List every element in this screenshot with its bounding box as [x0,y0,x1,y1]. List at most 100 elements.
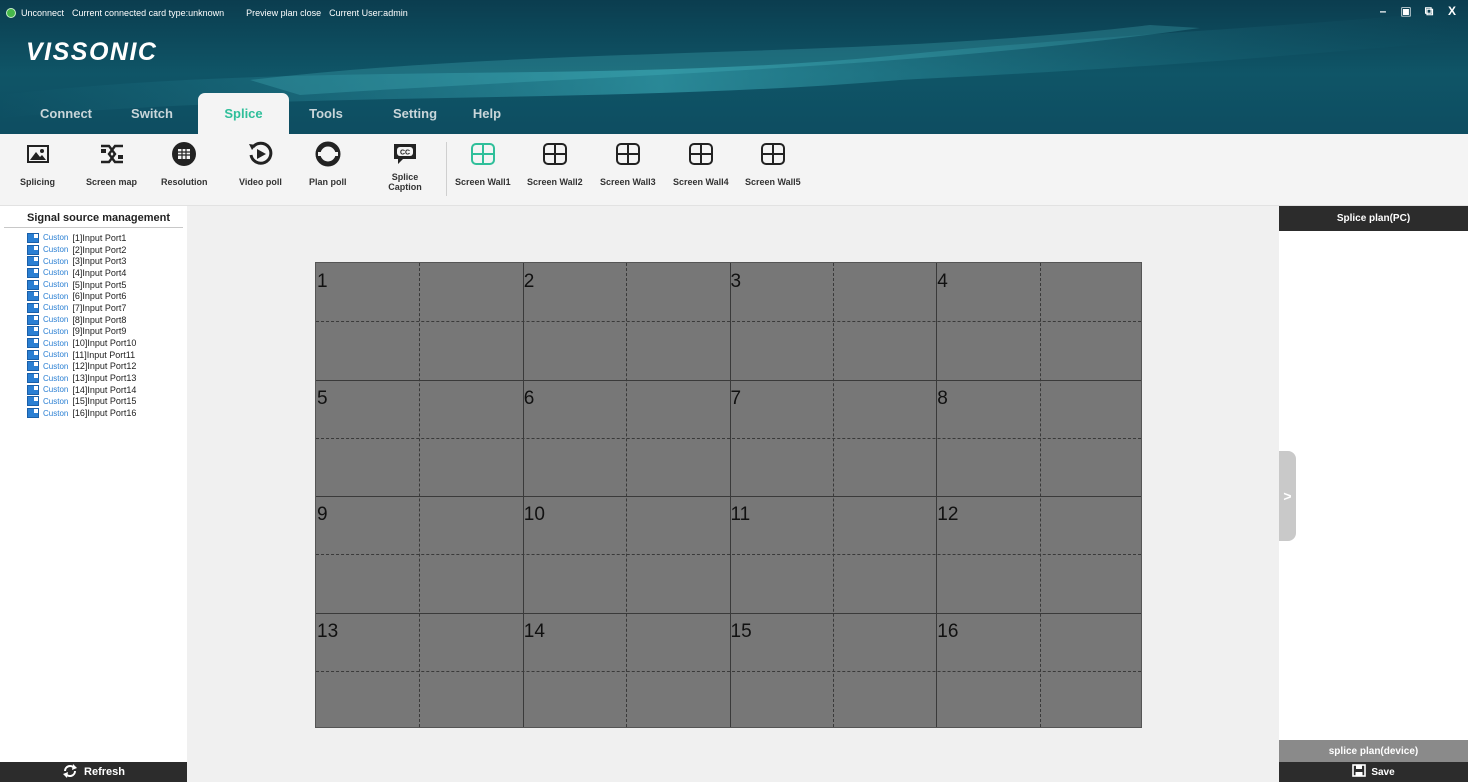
source-name: [7]Input Port7 [72,302,127,313]
window-controls: – ▣ ⧉ X [1377,4,1458,19]
screen-cell-label: 7 [730,387,742,409]
input-source-icon [27,256,39,267]
screen-wall-canvas[interactable]: 1 2 3 4 5 6 7 8 9 10 11 12 13 14 15 16 [315,262,1142,728]
main-tabs: Connect Switch Splice Tools Setting Help [0,93,517,134]
status-bar: Unconnect Current connected card type:un… [6,6,416,20]
source-name: [1]Input Port1 [72,232,127,243]
video-poll-button[interactable]: Video poll [239,138,282,187]
signal-source-item[interactable]: Custon [10]Input Port10 [0,337,187,349]
tab-splice[interactable]: Splice [198,93,289,134]
signal-source-item[interactable]: Custon [7]Input Port7 [0,302,187,314]
plan-poll-button[interactable]: Plan poll [309,138,347,187]
input-source-icon [27,384,39,395]
source-name: [2]Input Port2 [72,244,127,255]
source-name: [5]Input Port5 [72,279,127,290]
splice-plan-device-button[interactable]: splice plan(device) [1279,740,1468,762]
input-source-icon [27,373,39,384]
tab-setting[interactable]: Setting [374,93,456,134]
grid-icon [613,138,643,170]
minimize-icon[interactable]: – [1377,4,1389,18]
source-type: Custon [43,280,69,290]
source-name: [9]Input Port9 [72,326,127,337]
input-source-icon [27,267,39,278]
close-icon[interactable]: X [1446,4,1458,18]
screen-wall-1-button[interactable]: Screen Wall1 [455,138,511,187]
screen-wall-2-button[interactable]: Screen Wall2 [527,138,583,187]
splice-caption-label: Splice Caption [388,172,422,192]
grid-icon [540,138,570,170]
signal-source-item[interactable]: Custon [14]Input Port14 [0,384,187,396]
source-name: [4]Input Port4 [72,267,127,278]
app-header: Unconnect Current connected card type:un… [0,0,1468,134]
grid-icon [686,138,716,170]
source-type: Custon [43,315,69,325]
splicing-label: Splicing [20,177,56,187]
screen-cell-label: 9 [317,504,328,525]
grid-line [316,670,1141,672]
source-type: Custon [43,303,69,313]
grid-line [522,263,524,727]
tab-tools[interactable]: Tools [289,93,363,134]
signal-source-item[interactable]: Custon [5]Input Port5 [0,279,187,291]
source-type: Custon [43,245,69,255]
signal-source-item[interactable]: Custon [6]Input Port6 [0,290,187,302]
screen-cell-label: 3 [730,271,742,292]
splicing-button[interactable]: Splicing [20,138,55,187]
source-type: Custon [43,396,69,406]
signal-source-item[interactable]: Custon [9]Input Port9 [0,326,187,338]
source-name: [6]Input Port6 [72,291,127,302]
grid-line [1039,263,1041,727]
popout-icon[interactable]: ⧉ [1423,4,1435,18]
resolution-button[interactable]: Resolution [161,138,208,187]
source-name: [16]Input Port16 [72,408,137,419]
splice-plan-pc-header[interactable]: Splice plan(PC) [1279,206,1468,231]
signal-source-item[interactable]: Custon [11]Input Port11 [0,349,187,361]
screen-map-button[interactable]: Screen map [86,138,137,187]
grid-line [316,612,1141,614]
signal-source-item[interactable]: Custon [2]Input Port2 [0,244,187,256]
resolution-label: Resolution [161,177,208,187]
source-type: Custon [43,256,69,266]
input-source-icon [27,279,39,290]
source-name: [15]Input Port15 [72,396,137,407]
signal-source-item[interactable]: Custon [16]Input Port16 [0,407,187,419]
connection-status-icon [6,8,16,18]
screen-wall-2-label: Screen Wall2 [527,177,583,187]
app-logo: VISSONIC [26,38,158,66]
screen-wall-5-button[interactable]: Screen Wall5 [745,138,801,187]
grid-line [316,379,1141,381]
tab-switch[interactable]: Switch [128,93,176,134]
source-name: [3]Input Port3 [72,256,127,267]
card-type: Current connected card type:unknown [72,8,225,18]
svg-text:CC: CC [400,150,410,157]
plan-poll-label: Plan poll [309,177,347,187]
signal-source-item[interactable]: Custon [1]Input Port1 [0,232,187,244]
signal-source-item[interactable]: Custon [15]Input Port15 [0,396,187,408]
screen-cell-label: 11 [730,504,751,525]
source-type: Custon [43,408,69,418]
grid-icon [468,138,498,170]
grid-line [626,263,628,727]
input-source-icon [27,302,39,313]
panel-toggle-button[interactable]: > [1279,451,1296,541]
grid-line [316,321,1141,323]
restore-icon[interactable]: ▣ [1400,4,1412,18]
screen-wall-3-button[interactable]: Screen Wall3 [600,138,656,187]
tab-help[interactable]: Help [457,93,517,134]
screen-cell-label: 4 [937,271,948,292]
signal-source-item[interactable]: Custon [4]Input Port4 [0,267,187,279]
refresh-button[interactable]: Refresh [0,762,187,782]
grid-line [316,437,1141,439]
signal-source-item[interactable]: Custon [12]Input Port12 [0,361,187,373]
signal-source-item[interactable]: Custon [3]Input Port3 [0,255,187,267]
save-button[interactable]: Save [1279,762,1468,782]
resolution-icon [169,138,199,170]
screen-cell-label: 6 [523,387,535,409]
source-name: [12]Input Port12 [72,361,137,372]
splice-caption-button[interactable]: CC Splice Caption [383,138,427,192]
screen-wall-4-button[interactable]: Screen Wall4 [673,138,729,187]
input-source-icon [27,232,39,243]
signal-source-item[interactable]: Custon [13]Input Port13 [0,372,187,384]
tab-connect[interactable]: Connect [0,93,132,134]
signal-source-item[interactable]: Custon [8]Input Port8 [0,314,187,326]
